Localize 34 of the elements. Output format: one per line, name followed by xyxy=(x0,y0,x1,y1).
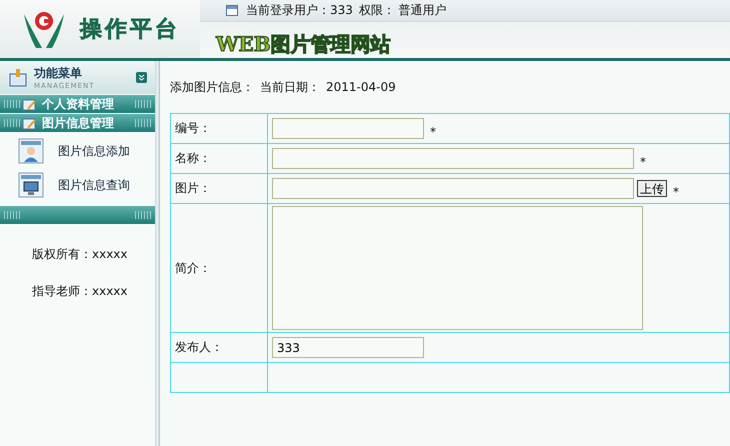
menu-title: 功能菜单 xyxy=(34,65,83,82)
menu-item[interactable]: 图片信息添加 xyxy=(58,142,130,160)
folder-edit-icon xyxy=(22,98,36,110)
file-field[interactable] xyxy=(272,178,634,199)
required-mark: * xyxy=(430,124,436,139)
required-mark: * xyxy=(673,184,679,199)
user-info: 当前登录用户：333 权限： 普通用户 xyxy=(246,2,447,19)
text-field[interactable]: 333 xyxy=(272,337,424,358)
footer-text: 指导老师：xxxxx xyxy=(32,283,129,300)
field-label: 编号： xyxy=(175,121,211,135)
sidebar-splitter[interactable] xyxy=(155,61,160,446)
menu-item[interactable]: 图片信息查询 xyxy=(58,176,130,194)
text-field[interactable] xyxy=(272,148,634,169)
date-value: 2011-04-09 xyxy=(326,80,396,94)
text-field[interactable] xyxy=(272,118,424,139)
window-icon xyxy=(226,5,238,16)
field-label: 名称： xyxy=(175,151,211,165)
person-icon xyxy=(18,138,44,164)
required-mark: * xyxy=(640,154,646,169)
footer-text: 版权所有：xxxxx xyxy=(32,246,129,263)
monitor-icon xyxy=(18,172,44,198)
menu-icon xyxy=(8,68,28,88)
description-field[interactable] xyxy=(272,206,643,330)
collapse-icon[interactable] xyxy=(136,72,147,83)
site-title: WEB图片管理网站 xyxy=(216,31,392,58)
upload-button[interactable]: 上传 xyxy=(637,180,667,197)
logo-text: 操作平台 xyxy=(80,16,180,44)
field-label: 简介： xyxy=(175,260,211,274)
menu-group[interactable]: 图片信息管理 xyxy=(0,114,155,132)
field-label: 发布人： xyxy=(175,340,223,354)
date-label: 当前日期： xyxy=(260,78,320,96)
field-label: 图片： xyxy=(175,181,211,195)
folder-edit-icon xyxy=(22,116,36,130)
form-title: 添加图片信息： xyxy=(170,78,254,96)
